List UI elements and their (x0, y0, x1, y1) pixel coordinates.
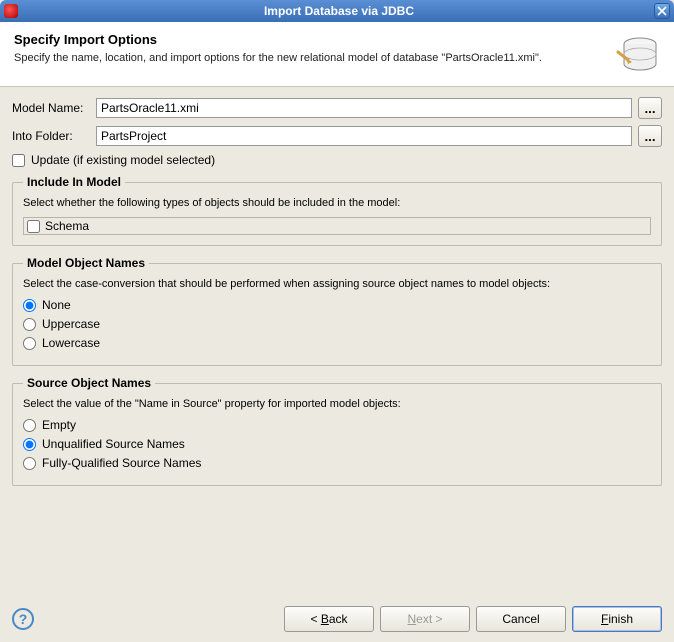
close-button[interactable] (654, 3, 670, 19)
cancel-button[interactable]: Cancel (476, 606, 566, 632)
update-label: Update (if existing model selected) (31, 153, 215, 167)
source-names-fq-label: Fully-Qualified Source Names (42, 456, 201, 470)
model-names-legend: Model Object Names (23, 256, 149, 270)
model-names-none-radio[interactable] (23, 299, 36, 312)
model-names-upper-label: Uppercase (42, 317, 100, 331)
model-names-lower-label: Lowercase (42, 336, 100, 350)
source-names-unq-label: Unqualified Source Names (42, 437, 185, 451)
next-button: Next > (380, 606, 470, 632)
content-area: Model Name: ... Into Folder: ... Update … (0, 87, 674, 500)
source-names-unq-radio[interactable] (23, 438, 36, 451)
include-legend: Include In Model (23, 175, 125, 189)
into-folder-label: Into Folder: (12, 129, 96, 143)
include-in-model-group: Include In Model Select whether the foll… (12, 175, 662, 246)
app-icon (4, 4, 18, 18)
schema-row: Schema (23, 217, 651, 235)
wizard-header: Specify Import Options Specify the name,… (0, 22, 674, 87)
update-checkbox[interactable] (12, 154, 25, 167)
footer: ? < Back Next > Cancel Finish (0, 596, 674, 642)
source-names-fq-radio[interactable] (23, 457, 36, 470)
finish-button[interactable]: Finish (572, 606, 662, 632)
model-names-lower-radio[interactable] (23, 337, 36, 350)
page-description: Specify the name, location, and import o… (14, 51, 604, 66)
model-name-row: Model Name: ... (12, 97, 662, 119)
model-names-desc: Select the case-conversion that should b… (23, 278, 651, 290)
schema-label: Schema (45, 219, 89, 233)
model-names-none-label: None (42, 298, 71, 312)
model-name-browse-button[interactable]: ... (638, 97, 662, 119)
model-object-names-group: Model Object Names Select the case-conve… (12, 256, 662, 366)
into-folder-browse-button[interactable]: ... (638, 125, 662, 147)
source-object-names-group: Source Object Names Select the value of … (12, 376, 662, 486)
source-names-empty-label: Empty (42, 418, 76, 432)
update-row: Update (if existing model selected) (12, 153, 662, 167)
back-button[interactable]: < Back (284, 606, 374, 632)
source-names-empty-radio[interactable] (23, 419, 36, 432)
database-icon (614, 32, 660, 78)
schema-checkbox[interactable] (27, 220, 40, 233)
close-icon (657, 6, 667, 16)
source-names-legend: Source Object Names (23, 376, 155, 390)
model-name-input[interactable] (96, 98, 632, 118)
include-desc: Select whether the following types of ob… (23, 197, 651, 209)
model-name-label: Model Name: (12, 101, 96, 115)
into-folder-row: Into Folder: ... (12, 125, 662, 147)
source-names-desc: Select the value of the "Name in Source"… (23, 398, 651, 410)
titlebar: Import Database via JDBC (0, 0, 674, 22)
help-icon: ? (19, 611, 28, 627)
model-names-upper-radio[interactable] (23, 318, 36, 331)
into-folder-input[interactable] (96, 126, 632, 146)
help-button[interactable]: ? (12, 608, 34, 630)
page-title: Specify Import Options (14, 32, 604, 47)
window-title: Import Database via JDBC (24, 4, 654, 18)
